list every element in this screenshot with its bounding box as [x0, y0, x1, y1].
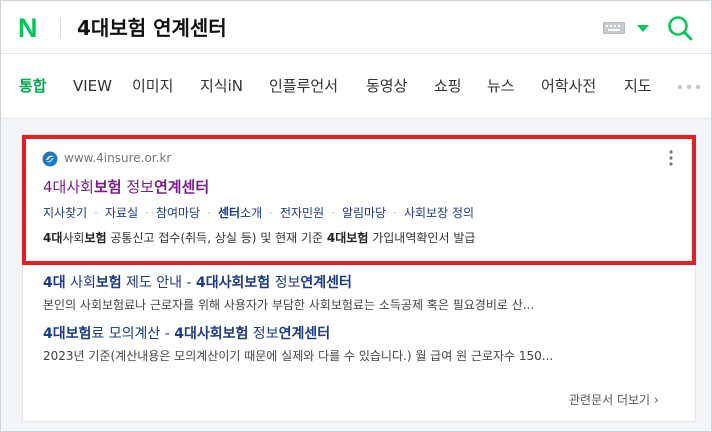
tab-map[interactable]: 지도 [624, 76, 652, 96]
sub-title-keyword: 4대보험 [43, 326, 92, 342]
sub-title-keyword: 보험 [95, 275, 122, 291]
tab-knowledge-in[interactable]: 지식iN [200, 76, 243, 96]
sub-result-title-link[interactable]: 4대 사회보험 제도 안내 - 4대사회보험 정보연계센터 [43, 273, 352, 293]
tab-shopping[interactable]: 쇼핑 [434, 76, 462, 96]
search-tabs: 통합 VIEW 이미지 지식iN 인플루언서 동영상 쇼핑 뉴스 어학사전 지도 [1, 53, 711, 119]
sub-result-title-link[interactable]: 4대보험료 모의계산 - 4대사회보험 정보연계센터 [43, 324, 330, 344]
highlight-box [22, 135, 696, 265]
sub-title-text: 료 모의계산 - [91, 326, 175, 342]
tab-dictionary[interactable]: 어학사전 [541, 76, 596, 96]
tab-integrated[interactable]: 통합 [19, 76, 47, 96]
search-query-input[interactable]: 4대보험 연계센터 [77, 13, 227, 43]
sub-title-keyword: 연계센터 [300, 275, 352, 291]
tab-news[interactable]: 뉴스 [487, 76, 515, 96]
keyboard-icon[interactable] [603, 22, 625, 34]
more-related-docs-link[interactable]: 관련문서 더보기 › [569, 391, 659, 409]
header-divider [60, 18, 61, 38]
sub-result-description: 본인의 사회보험료나 근로자를 위해 사용자가 부담한 사회보험료는 소득공제 … [43, 298, 535, 312]
tab-images[interactable]: 이미지 [132, 76, 173, 96]
sub-title-text: 정보 [270, 275, 301, 291]
naver-logo[interactable]: N [18, 14, 46, 42]
sub-title-text: 사회 [65, 275, 96, 291]
tab-view[interactable]: VIEW [73, 76, 112, 96]
sub-title-keyword: 4대사회보험 [174, 326, 249, 342]
sub-result-description: 2023년 기준(계산내용은 모의계산이기 때문에 실제와 다를 수 있습니다.… [43, 349, 554, 363]
sub-title-keyword: 연계센터 [278, 326, 331, 342]
sub-title-keyword: 4대 [43, 275, 66, 291]
search-header: N 4대보험 연계센터 [1, 1, 711, 53]
sub-title-text: 정보 [248, 326, 279, 342]
tab-video[interactable]: 동영상 [366, 76, 407, 96]
more-tabs-icon[interactable] [677, 84, 701, 90]
more-docs-label: 관련문서 더보기 [569, 393, 651, 407]
sub-title-keyword: 4대사회보험 [195, 275, 271, 291]
chevron-right-icon: › [653, 393, 659, 407]
sub-title-text: 제도 안내 - [121, 275, 196, 291]
search-icon[interactable] [667, 15, 693, 41]
tab-influencer[interactable]: 인플루언서 [269, 76, 338, 96]
autocomplete-toggle-icon[interactable] [637, 25, 649, 32]
